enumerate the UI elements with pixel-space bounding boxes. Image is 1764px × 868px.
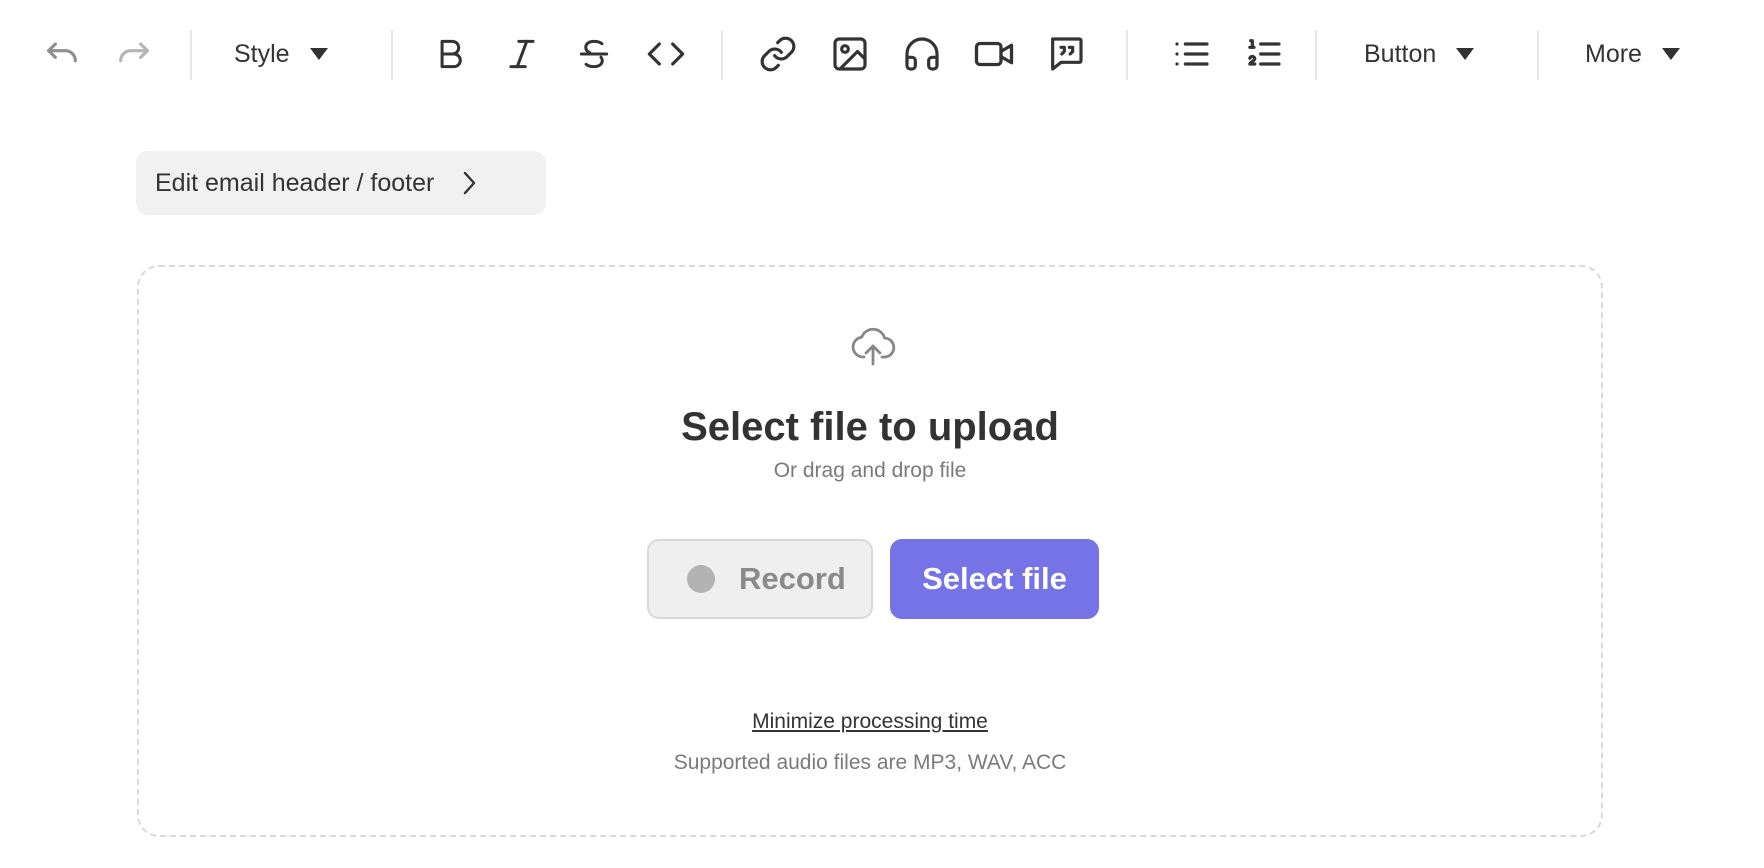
headphones-icon [905,37,939,71]
code-button[interactable] [640,28,692,80]
numbered-list-button[interactable] [1238,28,1290,80]
record-dot-icon [687,565,715,593]
select-file-button-label: Select file [922,561,1067,596]
undo-icon [47,42,77,63]
cloud-upload-icon [851,327,896,366]
toolbar-divider [1126,30,1128,80]
video-button[interactable] [968,28,1020,80]
video-camera-icon [974,41,1014,67]
bullet-list-button[interactable] [1166,28,1218,80]
bold-button[interactable] [424,28,476,80]
supported-formats-text: Supported audio files are MP3, WAV, ACC [673,751,1067,774]
button-dropdown-label: Button [1364,39,1437,68]
toolbar-divider [1315,30,1317,80]
quote-button[interactable] [1040,28,1092,80]
edit-header-footer-button[interactable]: Edit email header / footer [136,151,546,215]
minimize-processing-row: Minimize processing time [139,710,1601,734]
link-icon [760,36,796,72]
caret-down-icon [309,48,328,60]
audio-button[interactable] [896,28,948,80]
toolbar-divider [190,30,192,80]
link-button[interactable] [752,28,804,80]
bullet-list-icon [1175,42,1209,66]
strikethrough-icon [579,39,609,69]
upload-title: Select file to upload [681,405,1059,449]
select-file-button[interactable]: Select file [890,539,1099,619]
code-icon [647,42,685,66]
more-dropdown[interactable]: More [1585,28,1680,80]
minimize-processing-link[interactable]: Minimize processing time [752,710,988,733]
edit-header-footer-label: Edit email header / footer [155,168,435,197]
image-button[interactable] [824,28,876,80]
editor-toolbar: Style Button More [0,0,1764,110]
record-button[interactable]: Record [647,539,873,619]
undo-button[interactable] [36,28,88,80]
chevron-right-icon [458,170,480,196]
bold-icon [440,39,462,69]
button-dropdown[interactable]: Button [1364,28,1475,80]
italic-button[interactable] [496,28,548,80]
toolbar-divider [721,30,723,80]
strikethrough-button[interactable] [568,28,620,80]
italic-icon [509,39,535,69]
caret-down-icon [1456,48,1475,60]
style-dropdown[interactable]: Style [234,28,328,80]
toolbar-divider [1537,30,1539,80]
numbered-list-icon [1248,39,1281,66]
redo-icon [119,42,149,63]
caret-down-icon [1661,48,1680,60]
style-dropdown-label: Style [234,39,290,68]
more-dropdown-label: More [1585,39,1642,68]
record-button-label: Record [739,561,846,596]
upload-dropzone[interactable]: Select file to upload Or drag and drop f… [137,265,1603,837]
upload-subtitle: Or drag and drop file [773,459,967,482]
image-icon [833,37,867,71]
redo-button[interactable] [108,28,160,80]
toolbar-divider [391,30,393,80]
quote-bubble-icon [1051,37,1083,71]
